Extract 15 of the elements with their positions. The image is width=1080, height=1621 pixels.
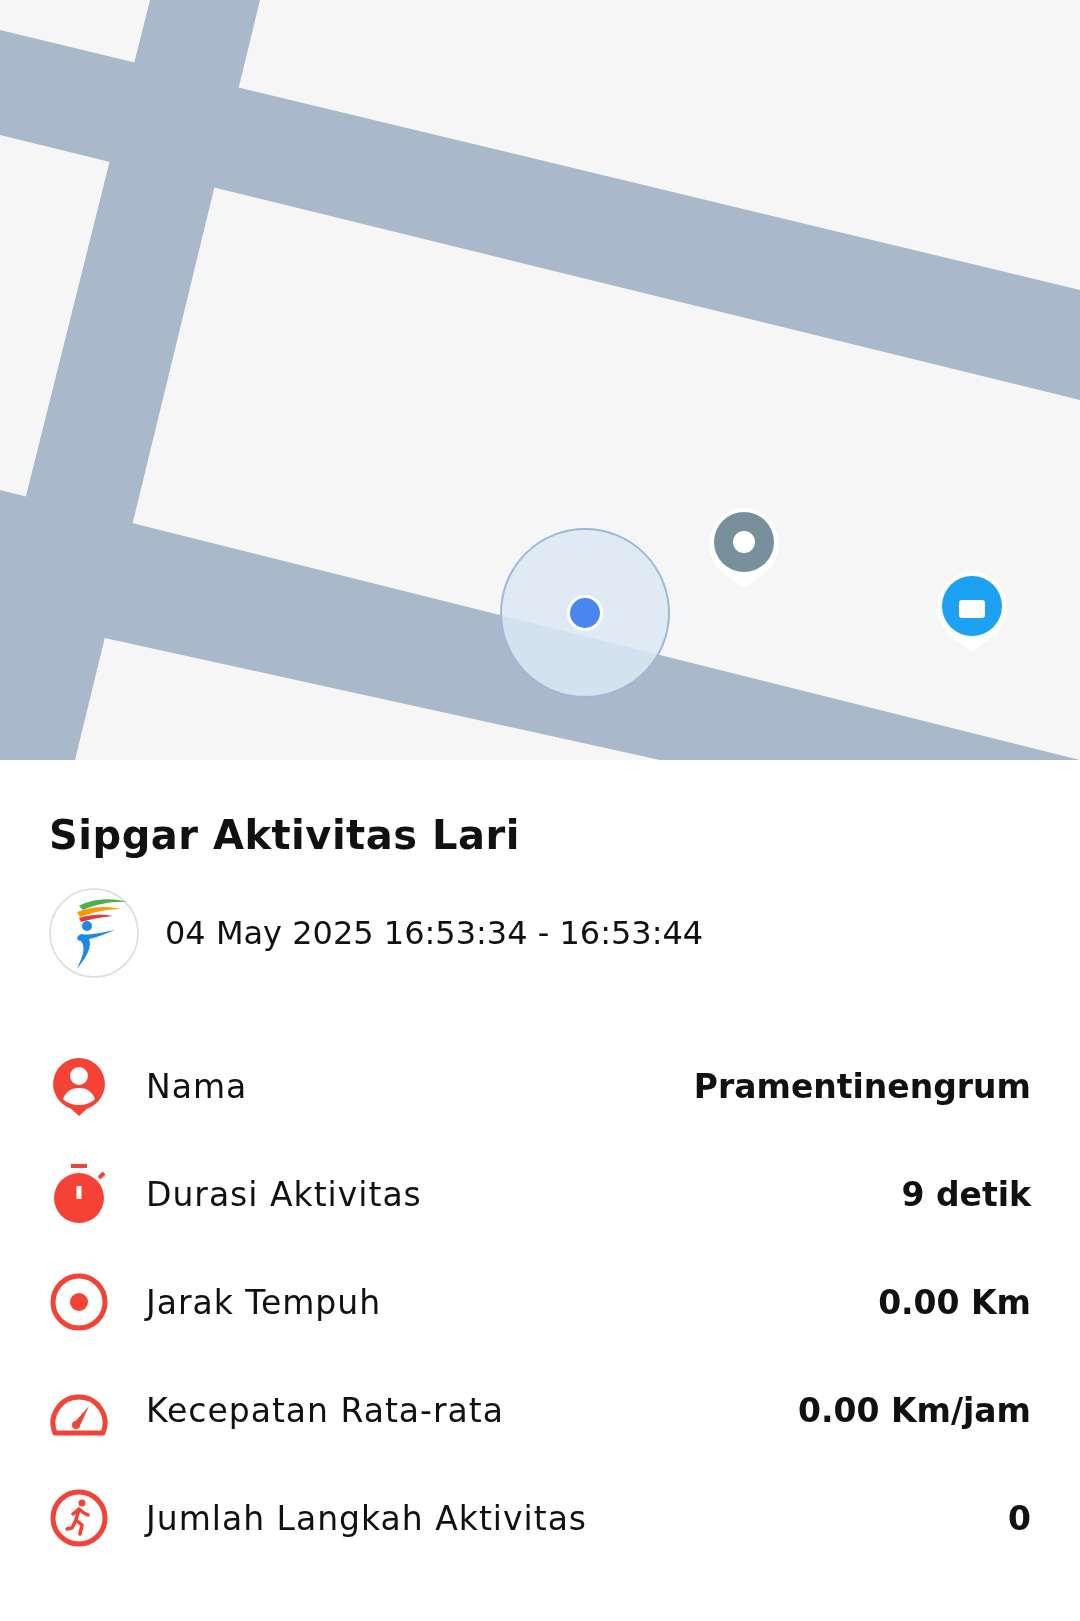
- stat-label: Kecepatan Rata-rata: [146, 1390, 505, 1430]
- page-title: Sipgar Aktivitas Lari: [49, 812, 521, 858]
- time-range: 04 May 2025 16:53:34 - 16:53:44: [165, 914, 704, 952]
- stat-value: 9 detik: [901, 1174, 1031, 1214]
- stat-label: Nama: [146, 1066, 249, 1106]
- stat-value: 0: [1008, 1498, 1031, 1538]
- stat-value: 0.00 Km: [878, 1282, 1031, 1322]
- runner-icon: [49, 1488, 109, 1548]
- runner-logo-icon: [49, 888, 139, 978]
- stat-label: Jarak Tempuh: [146, 1282, 383, 1322]
- stat-label: Jumlah Langkah Aktivitas: [146, 1498, 589, 1538]
- stat-value: 0.00 Km/jam: [798, 1390, 1031, 1430]
- stat-label: Durasi Aktivitas: [146, 1174, 423, 1214]
- stat-value: Pramentinengrum: [693, 1066, 1031, 1106]
- target-icon: [49, 1272, 109, 1332]
